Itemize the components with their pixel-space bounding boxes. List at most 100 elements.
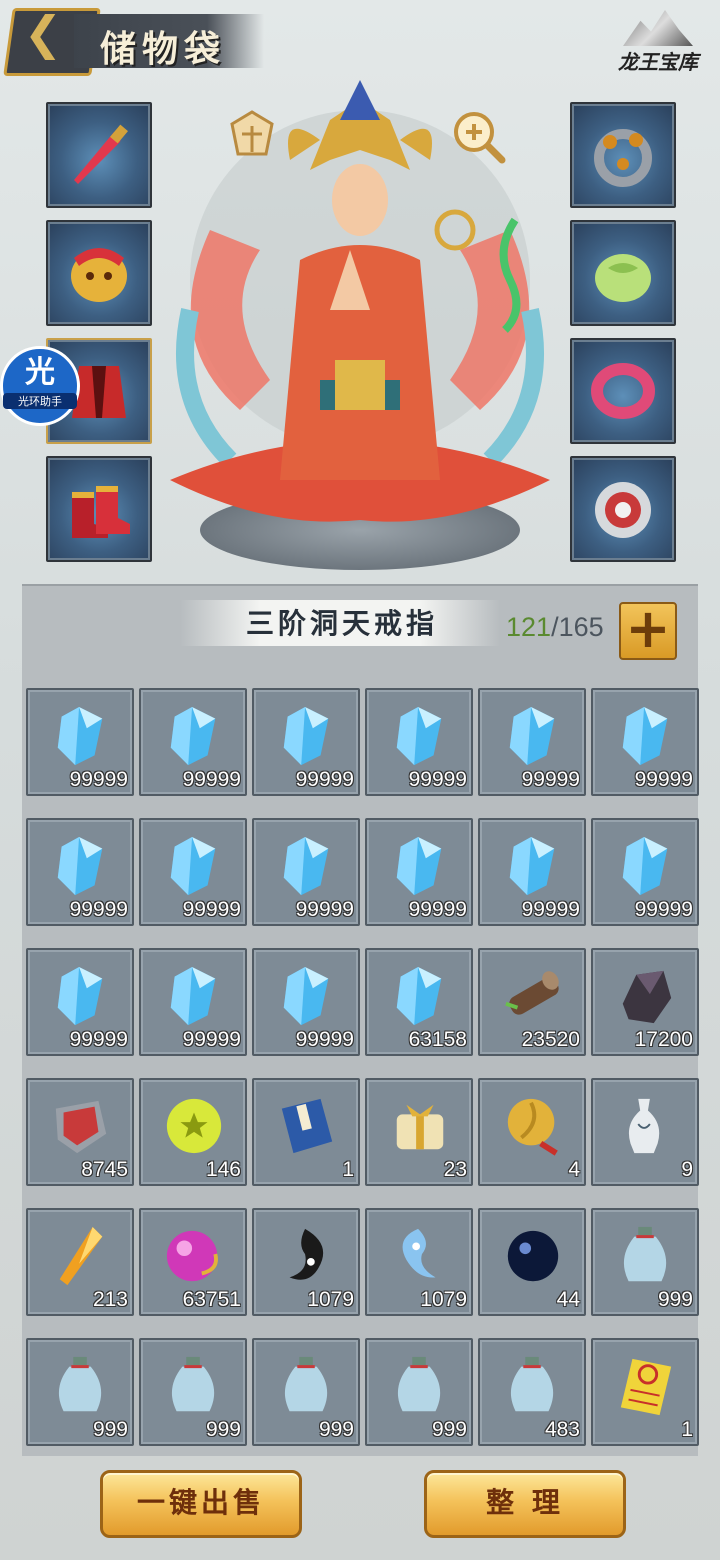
inventory-slot[interactable]: 63751	[139, 1208, 247, 1316]
black-yin-icon	[289, 1228, 324, 1280]
page-title: 储物袋	[100, 28, 227, 70]
inventory-slot[interactable]: 99999	[26, 688, 134, 796]
chevron-left-icon[interactable]: ❮	[18, 8, 68, 58]
inventory-slot[interactable]: 23520	[478, 948, 586, 1056]
bag-capacity: 121/165	[506, 612, 604, 643]
ring-icon	[594, 129, 652, 187]
crystal-icon	[170, 836, 216, 896]
inventory-slot[interactable]: 1079	[365, 1208, 473, 1316]
expand-capacity-button[interactable]: +	[619, 602, 677, 660]
zoom-in-icon[interactable]	[448, 106, 508, 166]
inventory-slot[interactable]: 99999	[26, 948, 134, 1056]
inventory-slot[interactable]: 99999	[252, 818, 360, 926]
equip-slot-ring[interactable]	[570, 102, 676, 208]
item-quantity: 99999	[69, 1028, 128, 1051]
inventory-slot[interactable]: 23	[365, 1078, 473, 1186]
organize-button[interactable]: 整 理	[424, 1470, 626, 1538]
equip-slot-amulet[interactable]	[570, 456, 676, 562]
inventory-slot[interactable]: 1	[252, 1078, 360, 1186]
item-quantity: 1	[342, 1158, 354, 1181]
item-quantity: 1	[681, 1418, 693, 1441]
item-quantity: 999	[92, 1418, 128, 1441]
potion-bottle-icon	[623, 1226, 667, 1282]
inventory-slot[interactable]: 999	[365, 1338, 473, 1446]
red-charm-icon	[55, 1100, 107, 1154]
treasury-label: 龙王宝库	[618, 50, 698, 74]
equip-slot-helmet[interactable]	[46, 220, 152, 326]
crystal-icon	[170, 966, 216, 1026]
inventory-slot[interactable]: 99999	[365, 818, 473, 926]
inventory-slot[interactable]: 99999	[252, 688, 360, 796]
item-quantity: 213	[92, 1288, 128, 1311]
dragon-king-treasury-button[interactable]: 龙王宝库	[608, 10, 708, 90]
inventory-slot[interactable]: 99999	[139, 948, 247, 1056]
crystal-icon	[283, 706, 329, 766]
inventory-slot[interactable]: 999	[591, 1208, 699, 1316]
equip-slot-jade[interactable]	[570, 220, 676, 326]
inventory-slot[interactable]: 9	[591, 1078, 699, 1186]
item-quantity: 9	[681, 1158, 693, 1181]
equip-slot-bracelet[interactable]	[570, 338, 676, 444]
inventory-slot[interactable]: 483	[478, 1338, 586, 1446]
inventory-slot[interactable]: 999	[139, 1338, 247, 1446]
item-quantity: 99999	[408, 898, 467, 921]
gold-pendant-icon	[507, 1098, 558, 1156]
capacity-used: 121	[506, 612, 552, 642]
inventory-slot[interactable]: 99999	[139, 818, 247, 926]
crystal-icon	[57, 966, 103, 1026]
crystal-icon	[57, 706, 103, 766]
inventory-slot[interactable]: 1079	[252, 1208, 360, 1316]
inventory-slot[interactable]: 999	[252, 1338, 360, 1446]
inventory-slot[interactable]: 1	[591, 1338, 699, 1446]
item-quantity: 4	[568, 1158, 580, 1181]
inventory-slot[interactable]: 99999	[478, 688, 586, 796]
inventory-slot[interactable]: 99999	[26, 818, 134, 926]
inventory-slot[interactable]: 99999	[139, 688, 247, 796]
crystal-icon	[396, 966, 442, 1026]
potion-bottle-icon	[284, 1356, 328, 1412]
item-quantity: 63158	[408, 1028, 467, 1051]
potion-bottle-icon	[510, 1356, 554, 1412]
equip-slot-boots[interactable]	[46, 456, 152, 562]
inventory-slot[interactable]: 17200	[591, 948, 699, 1056]
inventory-slot[interactable]: 99999	[478, 818, 586, 926]
potion-bottle-icon	[397, 1356, 441, 1412]
inventory-slot[interactable]: 99999	[591, 818, 699, 926]
inventory-slot[interactable]: 8745	[26, 1078, 134, 1186]
inventory-slot[interactable]: 4	[478, 1078, 586, 1186]
item-quantity: 99999	[182, 1028, 241, 1051]
item-quantity: 999	[318, 1418, 354, 1441]
item-quantity: 99999	[634, 898, 693, 921]
halo-helper-button[interactable]: 光 光环助手	[0, 346, 80, 426]
sell-all-button[interactable]: 一键出售	[100, 1470, 302, 1538]
inventory-slot[interactable]: 99999	[365, 688, 473, 796]
potion-bottle-icon	[58, 1356, 102, 1412]
inventory-slot[interactable]: 44	[478, 1208, 586, 1316]
item-quantity: 146	[205, 1158, 241, 1181]
inventory-slot[interactable]: 99999	[252, 948, 360, 1056]
inventory-slot[interactable]: 146	[139, 1078, 247, 1186]
crystal-icon	[283, 966, 329, 1026]
inventory-slot[interactable]: 99999	[591, 688, 699, 796]
boots-icon	[72, 486, 130, 538]
item-quantity: 17200	[634, 1028, 693, 1051]
outfit-icon[interactable]	[222, 104, 282, 164]
bracelet-icon	[591, 363, 655, 419]
inventory-slot[interactable]: 63158	[365, 948, 473, 1056]
item-quantity: 99999	[634, 768, 693, 791]
pink-orb-icon	[166, 1230, 218, 1282]
item-quantity: 999	[657, 1288, 693, 1311]
equip-slot-weapon[interactable]	[46, 102, 152, 208]
star-orb-icon	[166, 1098, 222, 1154]
item-quantity: 99999	[182, 768, 241, 791]
amber-shard-icon	[59, 1226, 103, 1286]
crystal-icon	[170, 706, 216, 766]
crystal-icon	[396, 836, 442, 896]
item-quantity: 99999	[182, 898, 241, 921]
inventory-slot[interactable]: 999	[26, 1338, 134, 1446]
halo-char: 光	[25, 355, 55, 390]
mountain-icon	[623, 10, 693, 46]
crystal-icon	[509, 836, 555, 896]
capacity-total: /165	[551, 612, 604, 642]
inventory-slot[interactable]: 213	[26, 1208, 134, 1316]
